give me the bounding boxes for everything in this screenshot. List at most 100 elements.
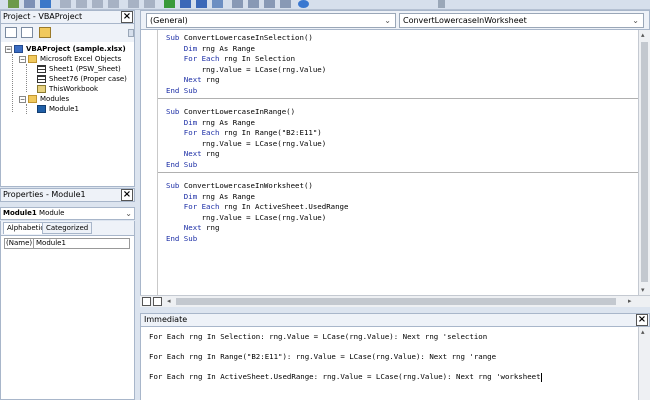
tab-categorized[interactable]: Categorized <box>42 222 93 234</box>
close-icon[interactable]: × <box>121 11 133 23</box>
toggle-folders-icon[interactable] <box>39 27 51 38</box>
immediate-line[interactable]: For Each rng In Range("B2:E11"): rng.Val… <box>149 352 496 362</box>
collapse-icon[interactable]: − <box>19 55 26 63</box>
copy-icon[interactable] <box>76 0 87 8</box>
help-icon[interactable] <box>298 0 309 8</box>
project-panel-title: Project - VBAProject <box>0 10 135 24</box>
code-line[interactable]: For Each rng In ActiveSheet.UsedRange <box>166 202 349 212</box>
object-browser-icon[interactable] <box>264 0 275 8</box>
tree-item-module1[interactable]: Module1 <box>37 104 79 114</box>
code-line[interactable]: Sub ConvertLowercaseInSelection() <box>166 33 313 43</box>
tree-item-thisworkbook[interactable]: ThisWorkbook <box>37 84 98 94</box>
code-line[interactable]: For Each rng In Selection <box>166 54 295 64</box>
code-vertical-scrollbar[interactable]: ▴ ▾ <box>638 30 650 295</box>
code-line[interactable]: rng.Value = LCase(rng.Value) <box>166 65 327 75</box>
code-text: ConvertLowercaseInRange() <box>183 107 296 116</box>
scroll-up-icon[interactable]: ▴ <box>641 328 645 336</box>
undo-icon[interactable] <box>128 0 139 8</box>
scroll-up-icon[interactable]: ▴ <box>641 31 645 39</box>
code-line[interactable]: Next rng <box>166 75 220 85</box>
view-excel-icon[interactable] <box>8 0 19 8</box>
tree-item-excel-objects[interactable]: − Microsoft Excel Objects <box>19 54 121 64</box>
redo-icon[interactable] <box>144 0 155 8</box>
code-line[interactable]: For Each rng In Range("B2:E11") <box>166 128 322 138</box>
tree-item-sheet76[interactable]: Sheet76 (Proper case) <box>37 74 127 84</box>
immediate-line[interactable]: For Each rng In ActiveSheet.UsedRange: r… <box>149 372 542 382</box>
sheet-icon <box>37 65 46 73</box>
code-line[interactable]: End Sub <box>166 160 197 170</box>
procedure-view-icon[interactable] <box>142 297 151 306</box>
procedure-dropdown[interactable]: ConvertLowercaseInWorksheet ⌄ <box>399 13 644 28</box>
immediate-scrollbar[interactable]: ▴ <box>638 327 650 400</box>
code-text: rng In Selection <box>223 54 296 63</box>
project-explorer-icon[interactable] <box>232 0 243 8</box>
procedure-dropdown-value: ConvertLowercaseInWorksheet <box>403 16 527 25</box>
tree-item-label: Microsoft Excel Objects <box>40 55 122 63</box>
code-line[interactable]: Sub ConvertLowercaseInWorksheet() <box>166 181 313 191</box>
full-module-view-icon[interactable] <box>153 297 162 306</box>
insert-module-icon[interactable] <box>24 0 35 8</box>
property-row[interactable]: (Name) Module1 <box>4 238 130 249</box>
code-line[interactable]: rng.Value = LCase(rng.Value) <box>166 139 327 149</box>
project-tree: − VBAProject (sample.xlsx) − Microsoft Exc… <box>0 42 135 187</box>
break-icon[interactable] <box>180 0 191 8</box>
object-dropdown[interactable]: (General) ⌄ <box>146 13 396 28</box>
code-editor[interactable]: Sub ConvertLowercaseInSelection() Dim rn… <box>140 30 639 295</box>
view-object-icon[interactable] <box>21 27 33 38</box>
properties-window-icon[interactable] <box>248 0 259 8</box>
immediate-window[interactable]: For Each rng In Selection: rng.Value = L… <box>140 327 638 400</box>
code-line[interactable]: Next rng <box>166 149 220 159</box>
code-line[interactable]: End Sub <box>166 86 197 96</box>
paste-icon[interactable] <box>92 0 103 8</box>
code-line[interactable]: Dim rng As Range <box>166 44 255 54</box>
sheet-icon <box>37 75 46 83</box>
code-keyword: For Each <box>166 202 224 211</box>
code-line[interactable]: Sub ConvertLowercaseInRange() <box>166 107 295 117</box>
code-keyword: Next <box>166 149 207 158</box>
tree-item-label: Sheet1 (PSW_Sheet) <box>49 65 121 73</box>
project-toolbar-more-icon[interactable] <box>128 29 134 37</box>
design-mode-icon[interactable] <box>212 0 223 8</box>
collapse-icon[interactable]: − <box>5 45 12 53</box>
tree-line <box>12 54 13 112</box>
immediate-line[interactable]: For Each rng In Selection: rng.Value = L… <box>149 332 487 342</box>
find-icon[interactable] <box>108 0 119 8</box>
workbook-icon <box>37 85 46 93</box>
code-line[interactable]: rng.Value = LCase(rng.Value) <box>166 212 327 223</box>
scroll-left-icon[interactable]: ◂ <box>167 297 171 305</box>
folder-icon <box>28 55 37 63</box>
immediate-title-text: Immediate <box>144 315 188 324</box>
toolbar-options-icon[interactable] <box>438 0 445 8</box>
properties-object-select[interactable]: Module1 Module ⌄ <box>0 207 135 220</box>
view-code-icon[interactable] <box>5 27 17 38</box>
property-value[interactable]: Module1 <box>36 239 66 248</box>
cut-icon[interactable] <box>60 0 71 8</box>
save-icon[interactable] <box>40 0 51 8</box>
tree-item-sheet1[interactable]: Sheet1 (PSW_Sheet) <box>37 64 121 74</box>
toolbox-icon[interactable] <box>280 0 291 8</box>
reset-icon[interactable] <box>196 0 207 8</box>
code-line[interactable]: Next rng <box>166 223 220 233</box>
code-line[interactable]: Dim rng As Range <box>166 118 255 128</box>
code-line[interactable]: End Sub <box>166 234 197 244</box>
code-keyword: Next <box>166 75 207 84</box>
tree-item-label: VBAProject (sample.xlsx) <box>26 45 126 53</box>
chevron-down-icon: ⌄ <box>632 16 639 25</box>
run-icon[interactable] <box>164 0 175 8</box>
collapse-icon[interactable]: − <box>19 95 26 103</box>
close-icon[interactable]: × <box>636 314 648 326</box>
scroll-down-icon[interactable]: ▾ <box>641 286 645 294</box>
code-keyword: Sub <box>166 181 184 190</box>
properties-object-type: Module <box>39 209 65 217</box>
tree-line <box>26 104 27 114</box>
tree-item-modules[interactable]: − Modules <box>19 94 69 104</box>
scroll-right-icon[interactable]: ▸ <box>628 297 632 305</box>
scroll-thumb[interactable] <box>176 298 616 305</box>
code-horizontal-scrollbar[interactable]: ◂ ▸ <box>140 295 650 307</box>
code-line[interactable]: Dim rng As Range <box>166 192 255 202</box>
code-text: rng.Value = LCase(rng.Value) <box>166 212 327 222</box>
scroll-thumb[interactable] <box>641 42 648 282</box>
project-icon <box>14 45 23 53</box>
close-icon[interactable]: × <box>121 189 133 201</box>
tree-item-project[interactable]: − VBAProject (sample.xlsx) <box>5 44 126 54</box>
